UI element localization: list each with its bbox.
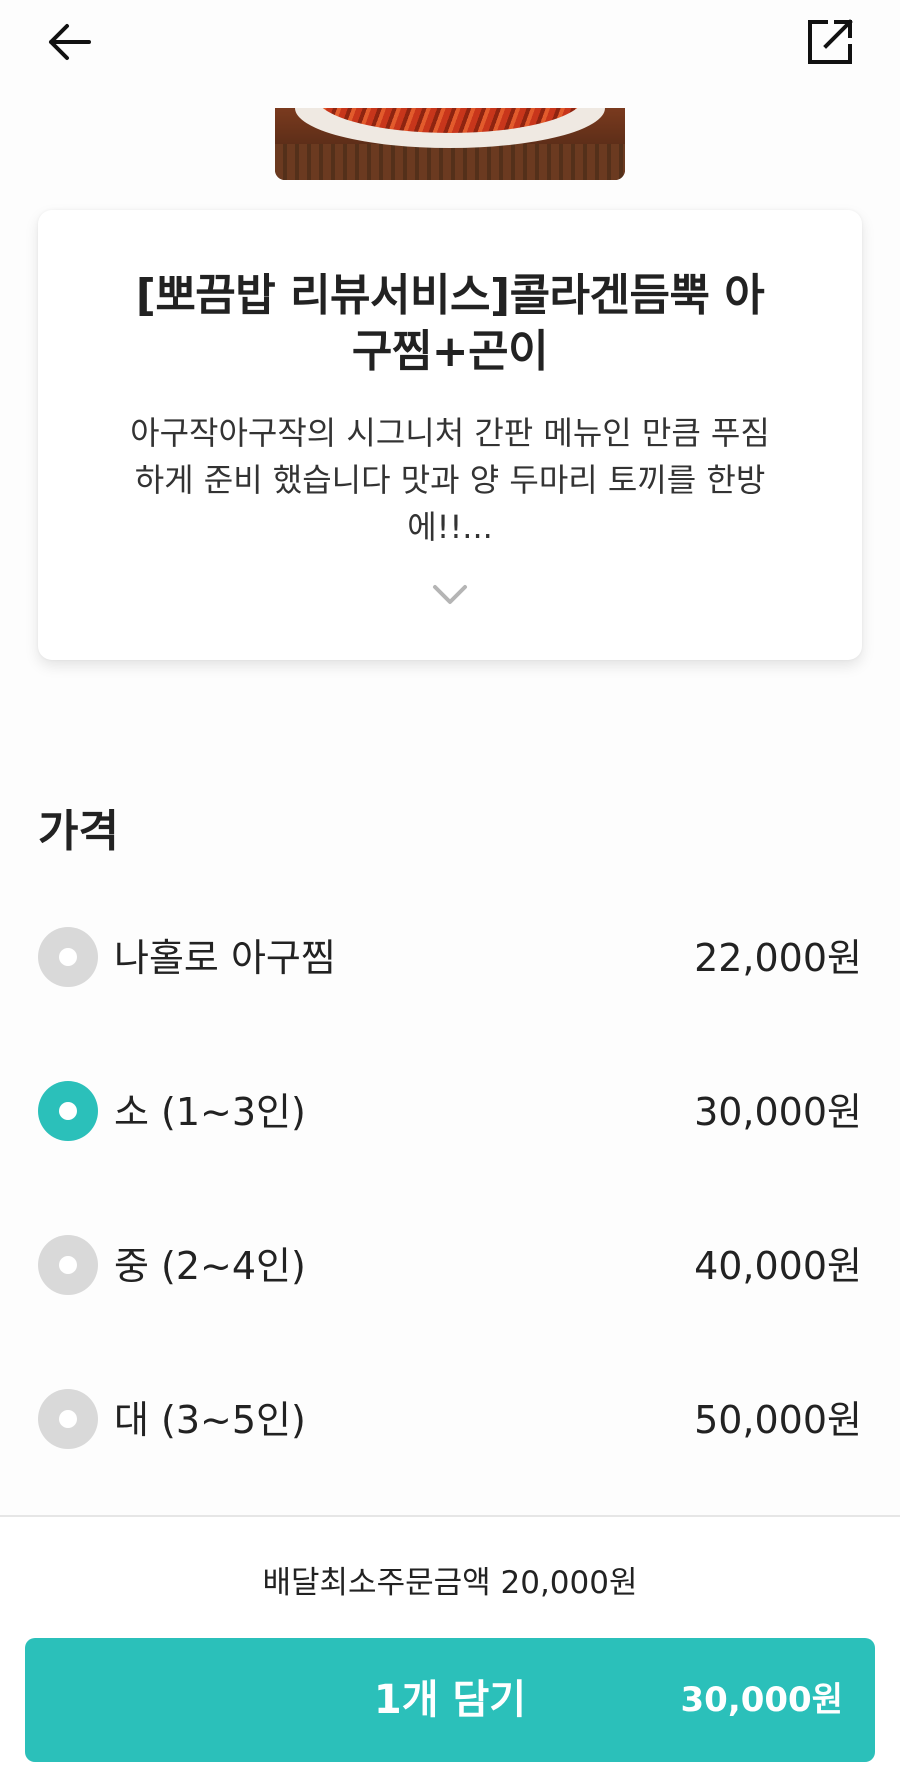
- menu-photo: [275, 108, 625, 180]
- option-price: 22,000원: [694, 936, 862, 980]
- share-button[interactable]: [800, 12, 860, 72]
- price-option-row[interactable]: 나홀로 아구찜 22,000원: [38, 917, 862, 997]
- menu-detail-screen: [뽀끔밥 리뷰서비스]콜라겐듬뿍 아구찜+곤이 아구작아구작의 시그니처 간판 …: [0, 0, 900, 1785]
- back-button[interactable]: [40, 12, 100, 72]
- option-price: 30,000원: [694, 1090, 862, 1134]
- option-price: 50,000원: [694, 1398, 862, 1442]
- minimum-order-text: 배달최소주문금액 20,000원: [262, 1565, 638, 1601]
- price-section-title: 가격: [38, 806, 119, 857]
- menu-info-card: [뽀끔밥 리뷰서비스]콜라겐듬뿍 아구찜+곤이 아구작아구작의 시그니처 간판 …: [38, 210, 862, 660]
- option-label: 소 (1~3인): [114, 1090, 306, 1134]
- chevron-down-icon: [433, 585, 467, 604]
- top-bar: [0, 0, 900, 100]
- expand-description-button[interactable]: [430, 580, 470, 610]
- radio-button[interactable]: [38, 1389, 98, 1449]
- bottom-order-bar: 배달최소주문금액 20,000원 1개 담기 30,000원: [0, 1515, 900, 1785]
- menu-title: [뽀끔밥 리뷰서비스]콜라겐듬뿍 아구찜+곤이: [135, 270, 765, 377]
- price-option-row[interactable]: 대 (3~5인) 50,000원: [38, 1379, 862, 1459]
- menu-description: 아구작아구작의 시그니처 간판 메뉴인 만큼 푸짐하게 준비 했습니다 맛과 양…: [130, 414, 770, 546]
- price-option-row[interactable]: 소 (1~3인) 30,000원: [38, 1071, 862, 1151]
- radio-button-selected[interactable]: [38, 1081, 98, 1141]
- share-external-icon: [808, 19, 853, 64]
- add-to-cart-button[interactable]: 1개 담기 30,000원: [25, 1638, 875, 1762]
- option-label: 대 (3~5인): [114, 1398, 306, 1442]
- arrow-left-icon: [49, 24, 91, 60]
- option-price: 40,000원: [694, 1244, 862, 1288]
- add-to-cart-price: 30,000원: [680, 1680, 843, 1720]
- option-label: 중 (2~4인): [114, 1244, 306, 1288]
- radio-button[interactable]: [38, 1235, 98, 1295]
- option-label: 나홀로 아구찜: [114, 936, 336, 980]
- price-option-row[interactable]: 중 (2~4인) 40,000원: [38, 1225, 862, 1305]
- radio-button[interactable]: [38, 927, 98, 987]
